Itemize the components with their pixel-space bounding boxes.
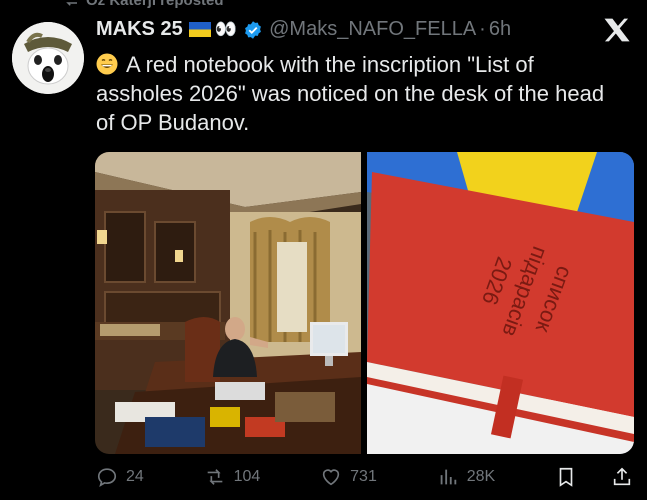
media-gallery: список підарасів 2026	[95, 152, 634, 454]
reply-icon	[97, 468, 117, 488]
repost-icon	[207, 469, 222, 485]
notebook-photo[interactable]: список підарасів 2026	[367, 152, 634, 454]
views-button[interactable]: 28K	[437, 466, 495, 488]
repost-icon	[66, 2, 77, 6]
secondary-actions	[555, 466, 633, 488]
repost-indicator[interactable]: Oz Katerji reposted	[62, 0, 224, 9]
post-time[interactable]: 6h	[489, 18, 511, 41]
author-name[interactable]: MAKS 25	[96, 18, 183, 41]
reply-button[interactable]: 24	[96, 466, 144, 488]
tweet-body: A red notebook with the inscription "Lis…	[96, 52, 605, 135]
share-icon[interactable]	[611, 466, 633, 488]
analytics-icon	[440, 469, 456, 485]
tweet-header: MAKS 25 👀 @Maks_NAFO_FELLA · 6h	[96, 18, 647, 41]
grinning-face-emoji-icon	[96, 53, 118, 75]
heart-icon	[322, 469, 340, 486]
office-photo[interactable]	[95, 152, 361, 454]
verified-badge-icon[interactable]	[243, 20, 263, 40]
repost-count: 104	[233, 468, 261, 485]
view-count: 28K	[466, 468, 496, 485]
ukraine-flag-icon	[188, 22, 211, 37]
repost-button[interactable]: 104	[204, 466, 261, 488]
avatar[interactable]	[12, 22, 84, 94]
tweet-text: A red notebook with the inscription "Lis…	[96, 50, 616, 137]
bookmark-icon[interactable]	[555, 466, 577, 488]
author-handle[interactable]: @Maks_NAFO_FELLA	[269, 18, 476, 41]
eyes-emoji: 👀	[214, 19, 238, 39]
reply-count: 24	[126, 468, 144, 485]
repost-label: Oz Katerji reposted	[86, 0, 224, 9]
like-count: 731	[350, 468, 377, 485]
tweet-actions: 24 104 731 28K	[96, 466, 633, 488]
time-separator: ·	[479, 18, 486, 40]
like-button[interactable]: 731	[320, 466, 377, 488]
close-icon[interactable]	[603, 16, 631, 44]
